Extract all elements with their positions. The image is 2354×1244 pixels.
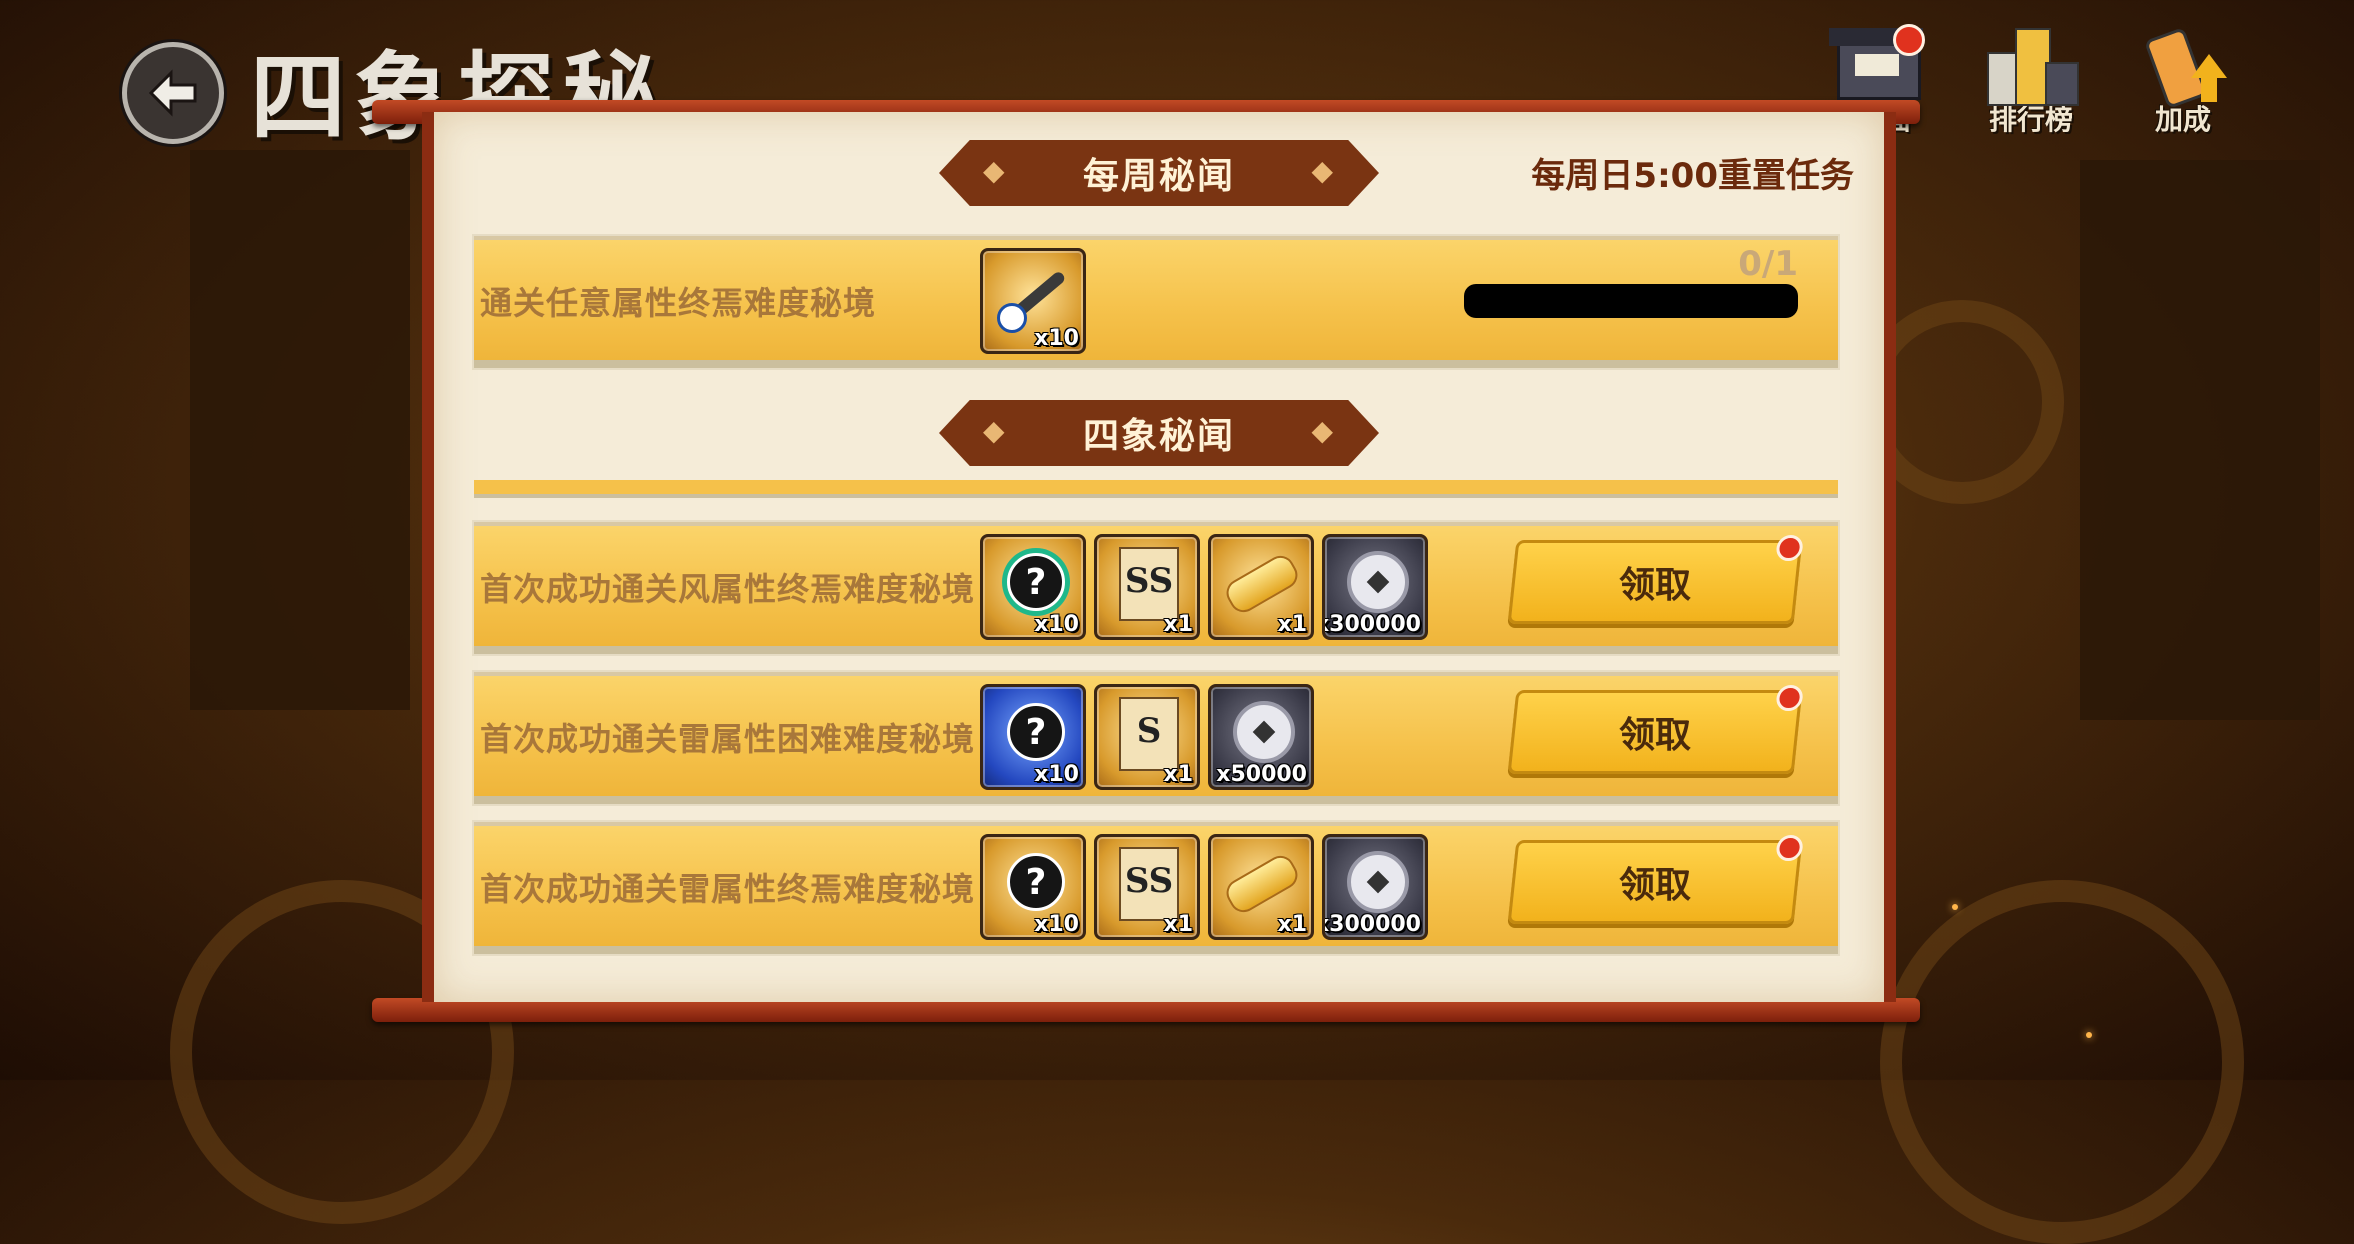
bg-spark (1952, 904, 1958, 910)
ss-scroll-ticket-icon: SS (1119, 547, 1179, 621)
claim-button-label: 领取 (1618, 715, 1691, 756)
back-button[interactable] (122, 42, 224, 144)
reward-qty: x1 (1163, 912, 1194, 937)
ranking-button[interactable]: 排行榜 (1976, 14, 2086, 138)
reward-qty: x1 (1277, 612, 1308, 637)
shop-building-icon (1827, 14, 1927, 104)
reward-qty: x10 (1034, 762, 1079, 787)
four-symbols-section-header: 四象秘闻 (939, 400, 1379, 466)
reward-item[interactable]: x300000 (1322, 534, 1428, 640)
reward-qty: x300000 (1322, 912, 1421, 937)
reward-qty: x10 (1034, 612, 1079, 637)
task-description: 首次成功通关雷属性困难难度秘境 (480, 720, 976, 758)
weekly-task-row: 通关任意属性终焉难度秘境 x10 0/1 (474, 236, 1838, 368)
arrow-left-icon (148, 69, 197, 117)
bg-right-ring (1880, 880, 2244, 1244)
ranking-podium-icon (1981, 14, 2081, 106)
silver-coin-icon (1347, 851, 1409, 913)
task-row: 首次成功通关雷属性终焉难度秘境 ? x10 SS x1 x1 x300000 领… (474, 822, 1838, 954)
golden-scroll-icon (1221, 550, 1303, 618)
reward-list: x10 (980, 248, 1086, 354)
notification-badge (1775, 685, 1804, 711)
reward-item[interactable]: ? x10 (980, 834, 1086, 940)
weekly-section-title: 每周秘闻 (1082, 156, 1235, 197)
claim-button[interactable]: 领取 (1507, 535, 1804, 624)
reward-item[interactable]: SS x1 (1094, 534, 1200, 640)
notification-badge (1775, 535, 1804, 561)
reward-item[interactable]: x300000 (1322, 834, 1428, 940)
golden-scroll-icon (1221, 850, 1303, 918)
s-scroll-ticket-icon: S (1119, 697, 1179, 771)
task-row: 首次成功通关雷属性困难难度秘境 ? x10 S x1 x50000 领取 (474, 672, 1838, 804)
reward-qty: x1 (1277, 912, 1308, 937)
reward-item[interactable]: x1 (1208, 534, 1314, 640)
notification-badge (1775, 835, 1804, 861)
reward-item[interactable]: x50000 (1208, 684, 1314, 790)
brush-tip (997, 303, 1027, 333)
reward-list: ? x10 SS x1 x1 x300000 (980, 834, 1428, 940)
reward-item[interactable]: ? x10 (980, 684, 1086, 790)
bg-left-pagoda (190, 150, 410, 710)
task-description: 通关任意属性终焉难度秘境 (480, 284, 877, 322)
reward-qty: x50000 (1216, 762, 1307, 787)
reward-item[interactable]: S x1 (1094, 684, 1200, 790)
reward-qty: x10 (1034, 912, 1079, 937)
reward-item[interactable]: ? x10 (980, 534, 1086, 640)
claim-button[interactable]: 领取 (1507, 685, 1804, 774)
task-description: 首次成功通关风属性终焉难度秘境 (480, 570, 976, 608)
progress-bar (1464, 284, 1798, 318)
four-symbols-section-title: 四象秘闻 (1082, 416, 1235, 457)
notification-badge (1893, 24, 1925, 56)
weekly-reset-note: 每周日5:00重置任务 (1531, 156, 1854, 196)
reward-item[interactable]: SS x1 (1094, 834, 1200, 940)
silver-coin-icon (1347, 551, 1409, 613)
mystery-orb-blue-icon: ? (1007, 703, 1065, 761)
claim-button[interactable]: 领取 (1507, 835, 1804, 924)
claim-button-label: 领取 (1618, 865, 1691, 906)
bg-spark (2086, 1032, 2092, 1038)
mystery-orb-gold-icon: ? (1007, 553, 1065, 611)
reward-qty: x1 (1163, 612, 1194, 637)
mystery-orb-gold-icon: ? (1007, 853, 1065, 911)
reward-qty: x1 (1163, 762, 1194, 787)
reward-item[interactable]: x1 (1208, 834, 1314, 940)
list-item-partial (474, 480, 1838, 498)
bonus-label: 加成 (2154, 103, 2211, 136)
bg-right-pagoda (2080, 160, 2320, 720)
bonus-button[interactable]: 加成 (2128, 14, 2238, 138)
claim-button-label: 领取 (1618, 565, 1691, 606)
bonus-scroll-up-icon (2133, 14, 2233, 110)
weekly-section-header: 每周秘闻 (939, 140, 1379, 206)
ss-scroll-ticket-icon: SS (1119, 847, 1179, 921)
reward-qty: x300000 (1322, 612, 1421, 637)
task-row: 首次成功通关风属性终焉难度秘境 ? x10 SS x1 x1 x300000 领… (474, 522, 1838, 654)
reward-qty: x10 (1034, 326, 1079, 351)
quest-panel: 每周秘闻 每周日5:00重置任务 通关任意属性终焉难度秘境 x10 0/1 四象… (422, 112, 1896, 1002)
progress-text: 0/1 (1738, 244, 1798, 284)
silver-coin-icon (1233, 701, 1295, 763)
reward-item[interactable]: x10 (980, 248, 1086, 354)
reward-list: ? x10 SS x1 x1 x300000 (980, 534, 1428, 640)
reward-list: ? x10 S x1 x50000 (980, 684, 1314, 790)
task-description: 首次成功通关雷属性终焉难度秘境 (480, 870, 976, 908)
